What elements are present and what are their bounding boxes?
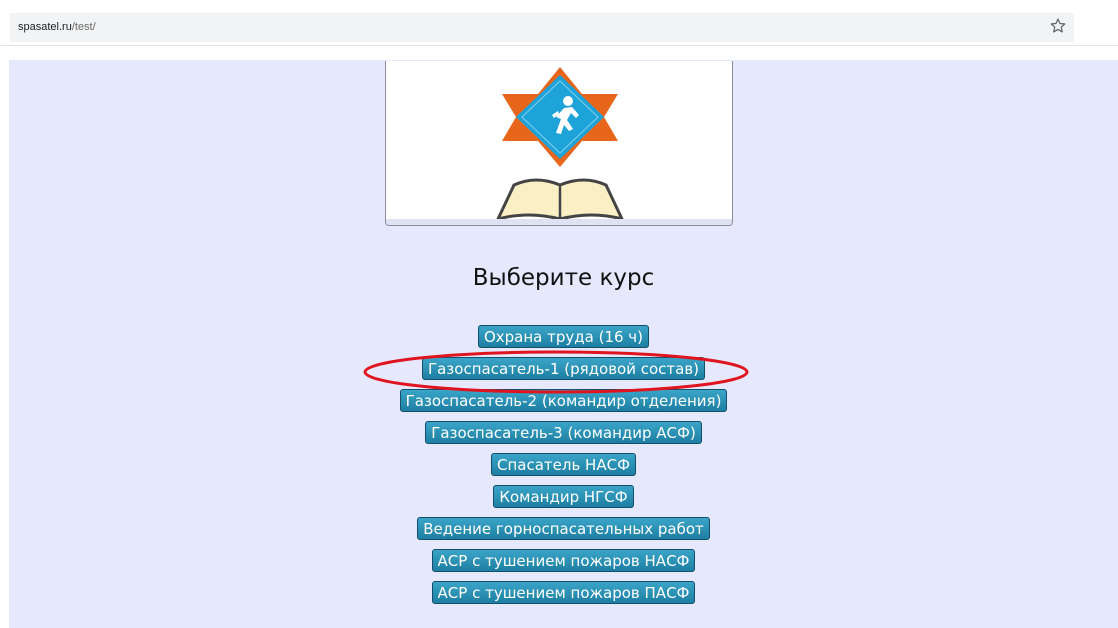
course-list: Охрана труда (16 ч) Газоспасатель-1 (ряд… — [9, 325, 1118, 613]
course-button-gazospasatel-3[interactable]: Газоспасатель-3 (командир АСФ) — [425, 421, 702, 444]
course-button-gornospasatelnye-raboty[interactable]: Ведение горноспасательных работ — [417, 517, 710, 540]
browser-address-bar: spasatel.ru/test/ — [0, 0, 1118, 46]
page-title: Выберите курс — [472, 265, 655, 291]
url-text: spasatel.ru/test/ — [18, 21, 96, 33]
course-button-asr-nasf[interactable]: АСР с тушением пожаров НАСФ — [431, 549, 696, 572]
course-button-gazospasatel-2[interactable]: Газоспасатель-2 (командир отделения) — [399, 389, 728, 412]
star-outline-icon[interactable] — [1049, 17, 1067, 35]
course-button-komandir-ngsf[interactable]: Командир НГСФ — [493, 485, 634, 508]
logo-card — [385, 61, 733, 226]
page-content: Выберите курс Охрана труда (16 ч) Газосп… — [9, 60, 1118, 628]
course-button-asr-pasf[interactable]: АСР с тушением пожаров ПАСФ — [431, 581, 696, 604]
logo-card-footer — [386, 219, 732, 225]
url-domain: spasatel.ru — [18, 21, 72, 33]
course-button-spasatel-nasf[interactable]: Спасатель НАСФ — [490, 453, 636, 476]
course-button-gazospasatel-1[interactable]: Газоспасатель-1 (рядовой состав) — [421, 357, 706, 380]
course-button-ohrana-truda[interactable]: Охрана труда (16 ч) — [477, 325, 650, 348]
url-field[interactable]: spasatel.ru/test/ — [10, 13, 1074, 42]
url-path: /test/ — [71, 21, 96, 33]
rescuer-emblem-book-icon — [496, 67, 624, 222]
